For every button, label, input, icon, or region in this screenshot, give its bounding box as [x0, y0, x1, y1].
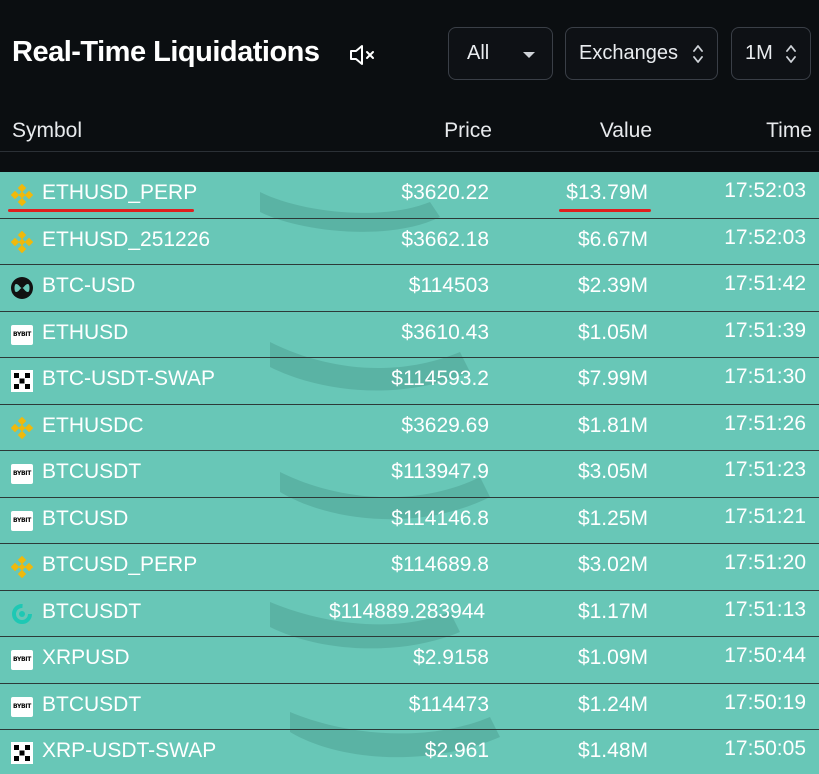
- table-row[interactable]: BYBIT ETHUSD $3610.43 $1.05M 17:51:39: [0, 312, 819, 358]
- price-cell: $2.961: [424, 739, 489, 762]
- symbol-cell: BTCUSDT: [42, 692, 142, 716]
- value-cell: $3.05M: [577, 460, 648, 483]
- price-cell: $114689.8: [391, 553, 489, 576]
- value-cell: $6.67M: [577, 227, 648, 251]
- crypto-com-icon: [12, 603, 32, 624]
- time-cell: 17:51:21: [724, 504, 806, 528]
- time-cell: 17:51:42: [724, 272, 806, 295]
- bybit-icon: BYBIT: [11, 324, 33, 345]
- time-cell: 17:52:03: [724, 225, 806, 249]
- filter-side-select[interactable]: All: [448, 27, 553, 80]
- filter-side-label: All: [467, 42, 490, 64]
- exchanges-select[interactable]: Exchanges: [565, 27, 718, 80]
- price-cell: $114146.8: [391, 506, 489, 530]
- price-cell: $3662.18: [401, 227, 489, 251]
- price-cell: $2.9158: [413, 646, 489, 669]
- table-row[interactable]: BYBIT XRPUSD $2.9158 $1.09M 17:50:44: [0, 637, 819, 684]
- updown-chevron-icon: [693, 45, 703, 63]
- column-header-time[interactable]: Time: [766, 119, 812, 143]
- time-cell: 17:50:44: [724, 644, 806, 667]
- table-row[interactable]: BYBIT BTCUSDT $114473 $1.24M 17:50:19: [0, 684, 819, 730]
- table-row[interactable]: ETHUSDC $3629.69 $1.81M 17:51:26: [0, 405, 819, 451]
- value-cell: $3.02M: [577, 553, 648, 576]
- value-cell: $7.99M: [577, 367, 648, 390]
- price-cell: $113947.9: [391, 460, 489, 483]
- price-cell: $114473: [408, 692, 489, 716]
- symbol-cell: XRP-USDT-SWAP: [42, 739, 217, 762]
- value-cell: $1.17M: [577, 599, 648, 623]
- table-header: Symbol Price Value Time: [0, 110, 819, 152]
- bitmex-icon: [11, 277, 33, 299]
- value-cell: $13.79M: [566, 181, 648, 204]
- table-row[interactable]: XRP-USDT-SWAP $2.961 $1.48M 17:50:05: [0, 730, 819, 774]
- time-cell: 17:51:30: [724, 365, 806, 388]
- time-cell: 17:51:20: [724, 551, 806, 574]
- value-cell: $1.05M: [577, 320, 648, 344]
- table-row[interactable]: BYBIT BTCUSDT $113947.9 $3.05M 17:51:23: [0, 451, 819, 498]
- updown-chevron-icon: [786, 45, 796, 63]
- symbol-cell: BTCUSD_PERP: [42, 553, 198, 576]
- symbol-cell: ETHUSD_PERP: [42, 181, 198, 204]
- table-row[interactable]: BTC-USDT-SWAP $114593.2 $7.99M 17:51:30: [0, 358, 819, 405]
- table-row[interactable]: BTCUSD_PERP $114689.8 $3.02M 17:51:20: [0, 544, 819, 591]
- table-row[interactable]: BTCUSDT $114889.283944 $1.17M 17:51:13: [0, 591, 819, 637]
- time-cell: 17:51:39: [724, 318, 806, 342]
- time-cell: 17:52:03: [724, 179, 806, 202]
- bybit-icon: BYBIT: [11, 464, 33, 484]
- exchanges-label: Exchanges: [579, 42, 678, 64]
- column-header-price[interactable]: Price: [444, 119, 492, 143]
- table-row[interactable]: ETHUSD_251226 $3662.18 $6.67M 17:52:03: [0, 219, 819, 265]
- price-cell: $114889.283944: [329, 599, 486, 623]
- okx-icon: [11, 370, 33, 392]
- okx-icon: [11, 742, 33, 764]
- value-cell: $1.25M: [577, 506, 648, 530]
- column-header-value[interactable]: Value: [600, 119, 652, 143]
- price-cell: $3610.43: [401, 320, 489, 344]
- value-cell: $1.09M: [577, 646, 648, 669]
- timeframe-label: 1M: [745, 42, 773, 64]
- bybit-icon: BYBIT: [11, 510, 33, 531]
- page-title: Real-Time Liquidations: [12, 36, 320, 68]
- binance-icon: [11, 230, 33, 253]
- header-spacer: [0, 152, 819, 172]
- value-cell: $1.48M: [577, 739, 648, 762]
- liquidations-table: ETHUSD_PERP $3620.22 $13.79M 17:52:03 ETHUSD…: [0, 172, 819, 774]
- symbol-cell: BTC-USDT-SWAP: [42, 367, 216, 390]
- bybit-icon: BYBIT: [11, 696, 33, 717]
- value-cell: $2.39M: [577, 274, 648, 297]
- time-cell: 17:50:19: [724, 690, 806, 714]
- mute-icon[interactable]: [349, 43, 377, 67]
- price-cell: $114503: [408, 274, 489, 297]
- caret-down-icon: [523, 52, 535, 58]
- binance-icon: [11, 184, 33, 206]
- column-header-symbol[interactable]: Symbol: [12, 119, 82, 143]
- time-cell: 17:50:05: [724, 737, 806, 760]
- value-cell: $1.81M: [577, 413, 648, 437]
- table-row[interactable]: BTC-USD $114503 $2.39M 17:51:42: [0, 265, 819, 312]
- header-bar: Real-Time Liquidations All Exchanges 1M: [0, 0, 819, 110]
- price-cell: $3629.69: [401, 413, 489, 437]
- binance-icon: [11, 556, 33, 578]
- time-cell: 17:51:13: [724, 597, 806, 621]
- table-row[interactable]: BYBIT BTCUSD $114146.8 $1.25M 17:51:21: [0, 498, 819, 544]
- time-cell: 17:51:23: [724, 458, 806, 481]
- symbol-cell: BTCUSD: [42, 506, 129, 530]
- time-cell: 17:51:26: [724, 411, 806, 435]
- symbol-cell: BTC-USD: [42, 274, 136, 297]
- timeframe-select[interactable]: 1M: [731, 27, 811, 80]
- symbol-cell: XRPUSD: [42, 646, 130, 669]
- binance-icon: [11, 416, 33, 439]
- value-cell: $1.24M: [577, 692, 648, 716]
- bybit-icon: BYBIT: [11, 650, 33, 670]
- highlight-underline-value: [559, 209, 651, 212]
- symbol-cell: ETHUSD: [42, 320, 129, 344]
- symbol-cell: ETHUSD_251226: [42, 227, 211, 251]
- symbol-cell: ETHUSDC: [42, 413, 144, 437]
- highlight-underline-symbol: [8, 209, 194, 212]
- symbol-cell: BTCUSDT: [42, 599, 142, 623]
- price-cell: $3620.22: [401, 181, 489, 204]
- price-cell: $114593.2: [391, 367, 489, 390]
- symbol-cell: BTCUSDT: [42, 460, 142, 483]
